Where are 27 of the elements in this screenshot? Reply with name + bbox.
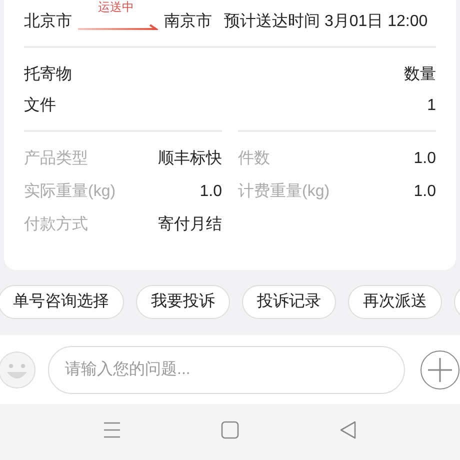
detail-label: 件数 [238, 148, 270, 168]
plus-icon[interactable] [420, 350, 460, 390]
goods-header: 托寄物 [24, 64, 72, 85]
quick-reply-chip[interactable]: 投诉记录 [242, 285, 336, 319]
detail-value: 1.0 [200, 182, 222, 202]
quick-reply-chip[interactable]: 我要投诉 [136, 285, 230, 319]
question-input[interactable]: 请输入您的问题... [48, 346, 405, 394]
goods-quantity: 1 [427, 96, 436, 116]
menu-icon[interactable] [103, 421, 121, 439]
quantity-header: 数量 [404, 65, 436, 85]
detail-label: 产品类型 [24, 148, 88, 168]
destination-city: 南京市 [164, 12, 212, 32]
detail-value: 寄付月结 [158, 214, 222, 234]
quick-reply-chip[interactable]: 再次派送 [348, 285, 442, 319]
detail-label: 付款方式 [24, 214, 88, 234]
status-label: 运送中 [98, 0, 134, 16]
detail-value: 1.0 [414, 148, 436, 168]
detail-label: 实际重量(kg) [24, 182, 116, 202]
quick-reply-chip[interactable]: 单号咨询选择 [0, 285, 124, 319]
detail-label: 计费重量(kg) [238, 182, 330, 202]
detail-value: 顺丰标快 [158, 148, 222, 168]
origin-city: 北京市 [24, 12, 72, 32]
detail-value: 1.0 [414, 182, 436, 202]
goods-name: 文件 [24, 96, 56, 116]
eta-text: 预计送达时间 3月01日 12:00 [224, 12, 428, 32]
back-icon[interactable] [339, 421, 357, 439]
home-icon[interactable] [221, 421, 239, 439]
